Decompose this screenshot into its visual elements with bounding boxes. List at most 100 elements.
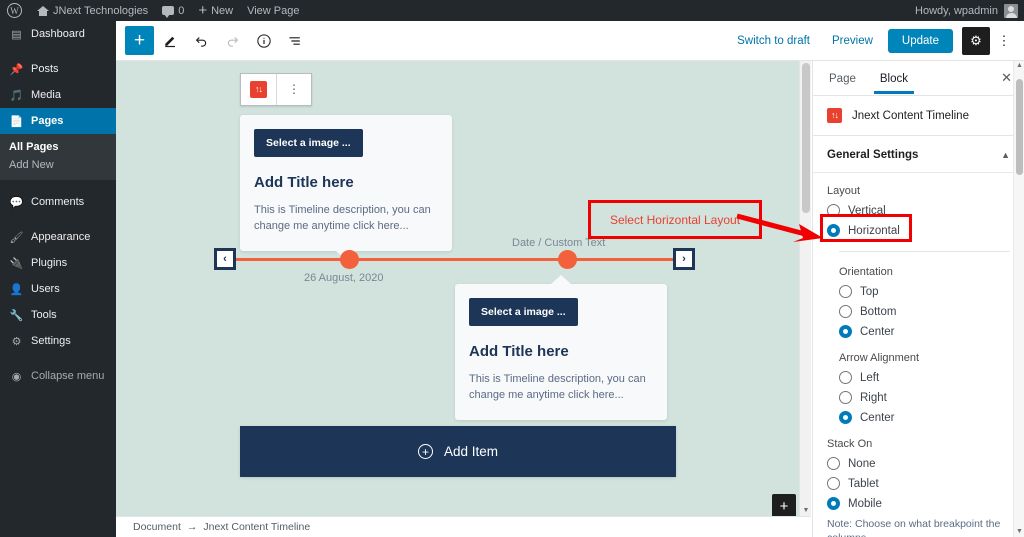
- sidebar-item-dashboard[interactable]: ▤ Dashboard: [0, 21, 116, 47]
- canvas-add-block-button[interactable]: +: [772, 494, 796, 516]
- sidebar-item-label: Appearance: [31, 231, 91, 243]
- sidebar-subitem-all-pages[interactable]: All Pages: [0, 138, 116, 156]
- preview-button[interactable]: Preview: [821, 35, 884, 47]
- sidebar-subitem-add-new[interactable]: Add New: [0, 156, 116, 174]
- block-toolbar: ↑↓ ⋮: [240, 73, 312, 106]
- select-image-button[interactable]: Select a image ...: [254, 129, 363, 157]
- comment-icon: [162, 6, 175, 18]
- sidebar-item-collapse-menu[interactable]: ◉ Collapse menu: [0, 363, 116, 389]
- add-block-button[interactable]: +: [125, 26, 154, 55]
- panel-block-header: ↑↓ Jnext Content Timeline: [813, 96, 1024, 136]
- comments-icon: 💬: [9, 196, 24, 209]
- sidebar-item-tools[interactable]: 🔧 Tools: [0, 302, 116, 328]
- stack-on-label: Stack On: [827, 438, 873, 450]
- pin-icon: 📌: [9, 63, 24, 76]
- timeline-card-title[interactable]: Add Title here: [254, 174, 438, 191]
- timeline-prev-arrow[interactable]: ‹: [214, 248, 236, 270]
- sidebar-item-label: Plugins: [31, 257, 68, 269]
- radio-orientation-center[interactable]: Center: [839, 325, 1010, 338]
- settings-panel: Page Block ✕ ↑↓ Jnext Content Timeline G…: [812, 61, 1024, 537]
- timeline-dot[interactable]: [340, 250, 359, 269]
- timeline-axis-line: [228, 258, 678, 261]
- radio-orientation-top[interactable]: Top: [839, 285, 1010, 298]
- block-options-button[interactable]: ⋮: [276, 74, 311, 105]
- redo-icon[interactable]: [218, 26, 247, 55]
- radio-label: None: [848, 457, 876, 470]
- panel-scrollbar[interactable]: ▲ ▼: [1013, 61, 1024, 537]
- media-icon: 🎵: [9, 89, 24, 102]
- timeline-card-description[interactable]: This is Timeline description, you can ch…: [469, 372, 653, 404]
- layout-label: Layout: [827, 185, 861, 197]
- radio-orientation-bottom[interactable]: Bottom: [839, 305, 1010, 318]
- close-icon[interactable]: ✕: [999, 70, 1014, 86]
- wp-logo-menu[interactable]: W: [0, 0, 30, 21]
- sidebar-item-appearance[interactable]: 🖌 Appearance: [0, 224, 116, 250]
- panel-tabs: Page Block ✕: [813, 61, 1024, 96]
- sidebar-item-comments[interactable]: 💬 Comments: [0, 189, 116, 215]
- view-page-link[interactable]: View Page: [240, 0, 306, 21]
- update-button[interactable]: Update: [887, 28, 953, 53]
- account-menu[interactable]: Howdy, wpadmin: [915, 3, 1024, 18]
- kebab-icon[interactable]: ⋮: [992, 27, 1016, 55]
- arrow-alignment-label: Arrow Alignment: [839, 352, 920, 364]
- radio-label: Center: [860, 325, 895, 338]
- sidebar-item-label: Settings: [31, 335, 71, 347]
- add-item-button[interactable]: + Add Item: [240, 426, 676, 477]
- sidebar-item-settings[interactable]: ⚙ Settings: [0, 328, 116, 354]
- scroll-down-icon[interactable]: ▼: [802, 506, 810, 516]
- radio-label: Tablet: [848, 477, 879, 490]
- sidebar-item-pages[interactable]: 📄 Pages: [0, 108, 124, 134]
- radio-arrow-left[interactable]: Left: [839, 371, 1010, 384]
- timeline-card[interactable]: Select a image ... Add Title here This i…: [455, 275, 667, 420]
- timeline-dot[interactable]: [558, 250, 577, 269]
- new-content-menu[interactable]: + New: [191, 0, 240, 21]
- radio-stack-none[interactable]: None: [827, 457, 1010, 470]
- plug-icon: 🔌: [9, 257, 24, 270]
- pencil-icon[interactable]: [156, 26, 185, 55]
- tab-page[interactable]: Page: [823, 64, 862, 93]
- sidebar-item-label: Collapse menu: [31, 370, 105, 382]
- timeline-card-description[interactable]: This is Timeline description, you can ch…: [254, 203, 438, 235]
- radio-icon: [827, 477, 840, 490]
- sidebar-item-plugins[interactable]: 🔌 Plugins: [0, 250, 116, 276]
- brush-icon: 🖌: [9, 231, 24, 244]
- timeline-card-title[interactable]: Add Title here: [469, 343, 653, 360]
- breadcrumb-current[interactable]: Jnext Content Timeline: [203, 521, 310, 533]
- breadcrumb-root[interactable]: Document: [133, 521, 181, 533]
- radio-stack-mobile[interactable]: Mobile: [827, 497, 1010, 510]
- canvas-scrollbar-thumb[interactable]: [802, 63, 810, 213]
- dashboard-icon: ▤: [11, 28, 22, 41]
- scroll-down-icon[interactable]: ▼: [1016, 527, 1024, 537]
- kebab-icon: ⋮: [288, 82, 300, 96]
- site-name-menu[interactable]: JNext Technologies: [30, 0, 155, 21]
- tab-block[interactable]: Block: [873, 64, 915, 94]
- editor-toolbar: +: [116, 26, 309, 55]
- info-icon[interactable]: [249, 26, 278, 55]
- block-type-button[interactable]: ↑↓: [241, 74, 276, 105]
- timeline-next-arrow[interactable]: ›: [673, 248, 695, 270]
- undo-icon[interactable]: [187, 26, 216, 55]
- sidebar-item-label: Pages: [31, 115, 64, 127]
- new-label: New: [211, 4, 234, 17]
- switch-to-draft-button[interactable]: Switch to draft: [726, 35, 821, 47]
- sidebar-item-media[interactable]: 🎵 Media: [0, 82, 116, 108]
- timeline-block-glyph: ↑↓: [255, 84, 263, 94]
- wordpress-logo-icon: W: [7, 3, 22, 18]
- canvas-scrollbar[interactable]: ▲ ▼: [799, 61, 811, 516]
- sidebar-item-label: Media: [31, 89, 61, 101]
- sidebar-item-users[interactable]: 👤 Users: [0, 276, 116, 302]
- pages-icon: 📄: [9, 115, 24, 128]
- scroll-up-icon[interactable]: ▲: [1016, 61, 1024, 71]
- gear-icon[interactable]: ⚙: [962, 26, 990, 55]
- radio-arrow-right[interactable]: Right: [839, 391, 1010, 404]
- panel-scrollbar-thumb[interactable]: [1016, 79, 1023, 175]
- general-settings-section-header[interactable]: General Settings ▲: [813, 136, 1024, 173]
- radio-arrow-center[interactable]: Center: [839, 411, 1010, 424]
- timeline-date-label[interactable]: 26 August, 2020: [304, 272, 384, 284]
- timeline-card[interactable]: Select a image ... Add Title here This i…: [240, 115, 452, 260]
- comments-bubble[interactable]: 0: [155, 0, 191, 21]
- list-view-icon[interactable]: [280, 26, 309, 55]
- sidebar-item-posts[interactable]: 📌 Posts: [0, 56, 116, 82]
- select-image-button[interactable]: Select a image ...: [469, 298, 578, 326]
- radio-stack-tablet[interactable]: Tablet: [827, 477, 1010, 490]
